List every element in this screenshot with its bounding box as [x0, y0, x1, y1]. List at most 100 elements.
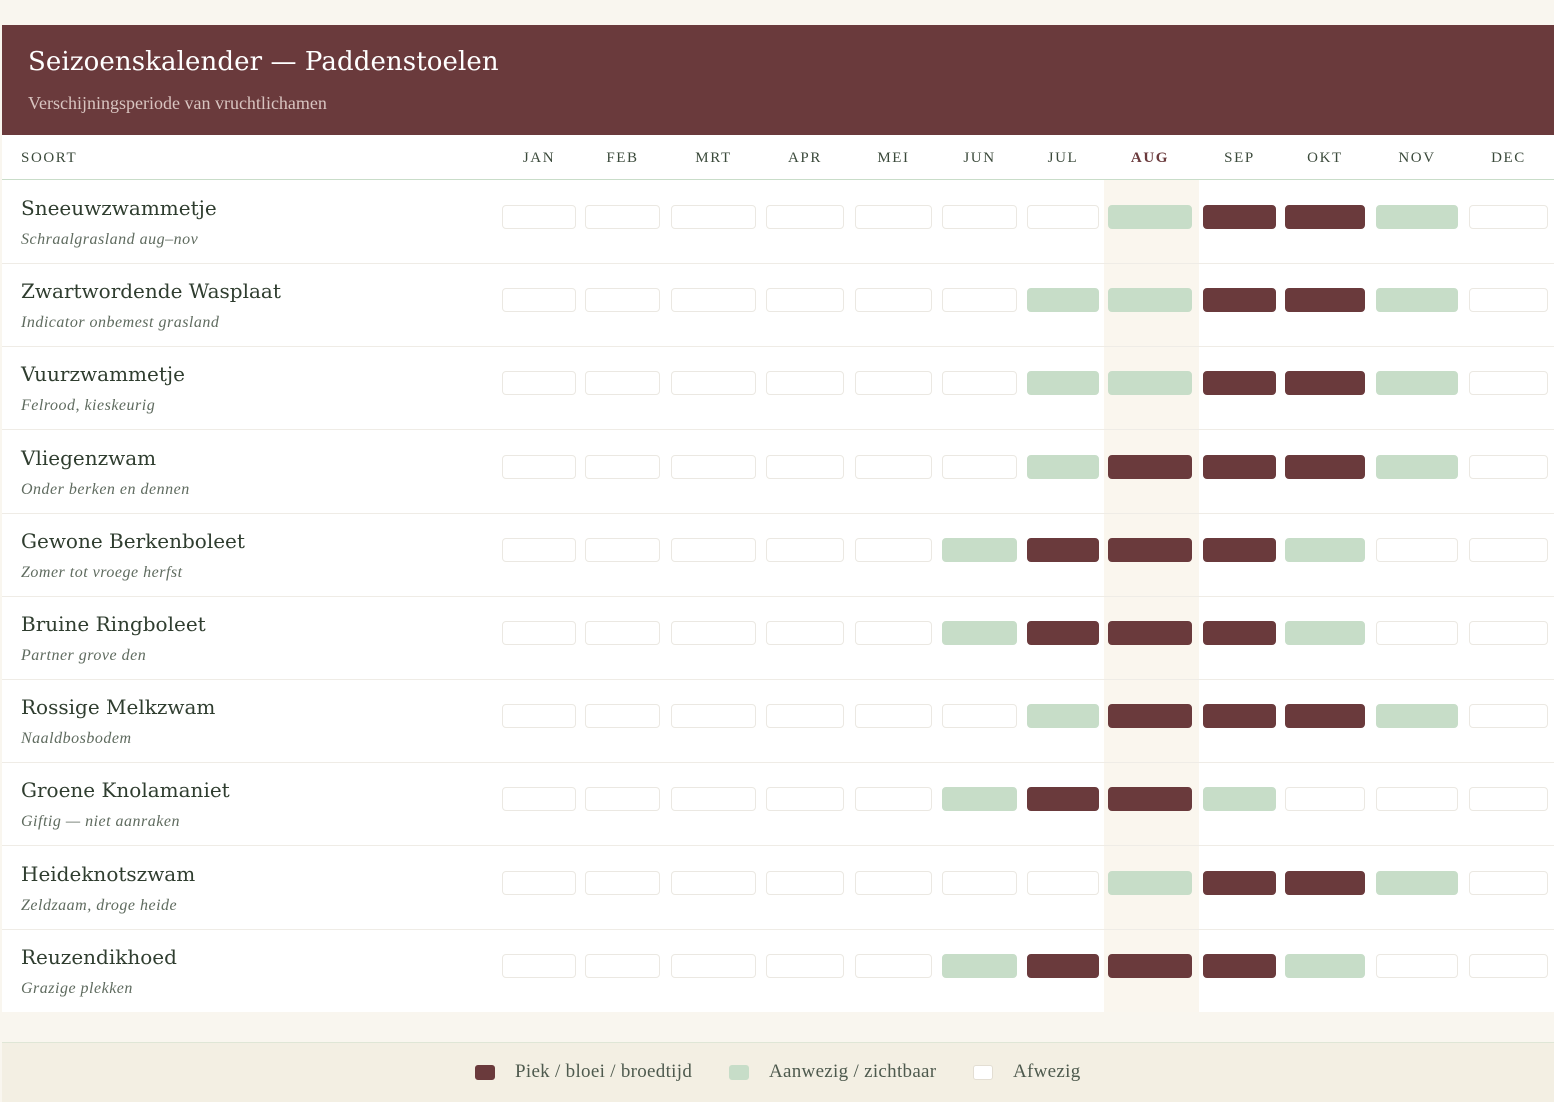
- month-cell-apr: [766, 371, 844, 396]
- month-cell-jun: [942, 537, 1017, 562]
- month-cell-mrt: [671, 205, 756, 229]
- column-header-aug: AUG: [1130, 150, 1170, 166]
- month-cell-sep: [1203, 953, 1276, 978]
- month-cell-apr: [766, 288, 844, 313]
- month-cell-feb: [585, 205, 660, 229]
- table-row: Groene Knolamaniet Giftig — niet aanraken: [2, 762, 1554, 847]
- month-cell-jan: [502, 205, 576, 229]
- month-cell-mrt: [671, 288, 756, 313]
- legend-swatch: [729, 1065, 749, 1080]
- column-header-okt: OKT: [1307, 150, 1343, 166]
- month-cell-mei: [855, 288, 932, 313]
- month-cell-mei: [855, 454, 932, 479]
- month-cell-feb: [585, 454, 660, 479]
- species-name: Sneeuwzwammetje: [21, 196, 217, 220]
- month-cell-jan: [502, 953, 576, 978]
- month-cell-dec: [1469, 870, 1548, 895]
- month-cell-mei: [855, 371, 932, 396]
- month-cell-mei: [855, 537, 932, 562]
- species-note: Giftig — niet aanraken: [21, 813, 180, 831]
- month-cell-sep: [1203, 787, 1276, 812]
- month-cell-aug: [1108, 953, 1192, 978]
- month-cell-jan: [502, 704, 576, 729]
- month-cell-jul: [1027, 621, 1099, 645]
- month-cell-apr: [766, 953, 844, 978]
- month-cell-mei: [855, 953, 932, 978]
- month-cell-aug: [1108, 621, 1192, 645]
- month-cell-feb: [585, 787, 660, 812]
- month-cell-jan: [502, 621, 576, 645]
- month-cell-nov: [1376, 870, 1458, 895]
- month-cell-sep: [1203, 537, 1276, 562]
- month-cell-mrt: [671, 371, 756, 396]
- month-cell-aug: [1108, 787, 1192, 812]
- month-cell-nov: [1376, 787, 1458, 812]
- month-cell-jun: [942, 454, 1017, 479]
- species-note: Partner grove den: [21, 647, 147, 664]
- month-cell-jun: [942, 704, 1017, 729]
- month-cell-jan: [502, 288, 576, 313]
- footer: Piek / bloei / broedtijd Aanwezig / zicht…: [2, 1012, 1554, 1102]
- month-cell-jun: [942, 787, 1017, 812]
- month-cell-sep: [1203, 621, 1276, 645]
- species-note: Grazige plekken: [21, 979, 133, 997]
- month-cell-okt: [1285, 787, 1365, 812]
- month-cell-jan: [502, 787, 576, 812]
- month-cell-jul: [1027, 205, 1099, 229]
- month-cell-aug: [1108, 454, 1192, 479]
- month-cell-mrt: [671, 953, 756, 978]
- species-note: Onder berken en dennen: [21, 480, 190, 498]
- month-cell-okt: [1285, 288, 1365, 313]
- column-header-mrt: MRT: [695, 150, 732, 166]
- species-note: Zomer tot vroege herfst: [21, 563, 183, 581]
- month-cell-apr: [766, 621, 844, 645]
- table-row: Reuzendikhoed Grazige plekken: [2, 929, 1554, 1013]
- month-cell-nov: [1376, 454, 1458, 479]
- table-row: Vliegenzwam Onder berken en dennen: [2, 430, 1554, 514]
- month-cell-mrt: [671, 870, 756, 895]
- month-cell-aug: [1108, 704, 1192, 729]
- table-row: Gewone Berkenboleet Zomer tot vroege herf…: [2, 513, 1554, 597]
- legend-swatch: [973, 1065, 993, 1080]
- month-cell-dec: [1469, 704, 1548, 729]
- calendar-header: Seizoenskalender — Paddenstoelen Verschi…: [2, 25, 1554, 135]
- month-cell-okt: [1285, 870, 1365, 895]
- month-cell-jul: [1027, 870, 1099, 895]
- month-cell-jan: [502, 454, 576, 479]
- legend-label: Piek / bloei / broedtijd: [515, 1061, 693, 1082]
- month-cell-dec: [1469, 288, 1548, 313]
- month-cell-feb: [585, 371, 660, 396]
- month-cell-dec: [1469, 537, 1548, 562]
- month-cell-nov: [1376, 537, 1458, 562]
- column-header-sep: SEP: [1224, 150, 1255, 166]
- month-cell-dec: [1469, 454, 1548, 479]
- month-cell-dec: [1469, 371, 1548, 396]
- month-cell-mrt: [671, 704, 756, 729]
- month-cell-jul: [1027, 371, 1099, 396]
- legend: Piek / bloei / broedtijd Aanwezig / zicht…: [2, 1042, 1554, 1102]
- table-row: Vuurzwammetje Felrood, kieskeurig: [2, 346, 1554, 431]
- month-cell-mrt: [671, 621, 756, 645]
- species-note: Felrood, kieskeurig: [21, 397, 156, 415]
- month-cell-jul: [1027, 704, 1099, 729]
- month-cell-nov: [1376, 704, 1458, 729]
- month-cell-jan: [502, 870, 576, 895]
- month-cell-mrt: [671, 537, 756, 562]
- month-cell-mrt: [671, 787, 756, 812]
- month-cell-aug: [1108, 205, 1192, 229]
- month-cell-mei: [855, 205, 932, 229]
- month-cell-mrt: [671, 454, 756, 479]
- month-cell-sep: [1203, 704, 1276, 729]
- month-cell-feb: [585, 953, 660, 978]
- column-header-jan: JAN: [522, 150, 556, 166]
- species-name: Reuzendikhoed: [21, 944, 177, 969]
- table-row: Rossige Melkzwam Naaldbosbodem: [2, 679, 1554, 764]
- legend-label: Afwezig: [1013, 1061, 1081, 1082]
- month-cell-sep: [1203, 371, 1276, 396]
- month-cell-apr: [766, 454, 844, 479]
- month-cell-aug: [1108, 870, 1192, 895]
- month-cell-feb: [585, 870, 660, 895]
- species-note: Zeldzaam, droge heide: [21, 896, 178, 914]
- column-header-apr: APR: [788, 150, 822, 166]
- month-cell-nov: [1376, 953, 1458, 978]
